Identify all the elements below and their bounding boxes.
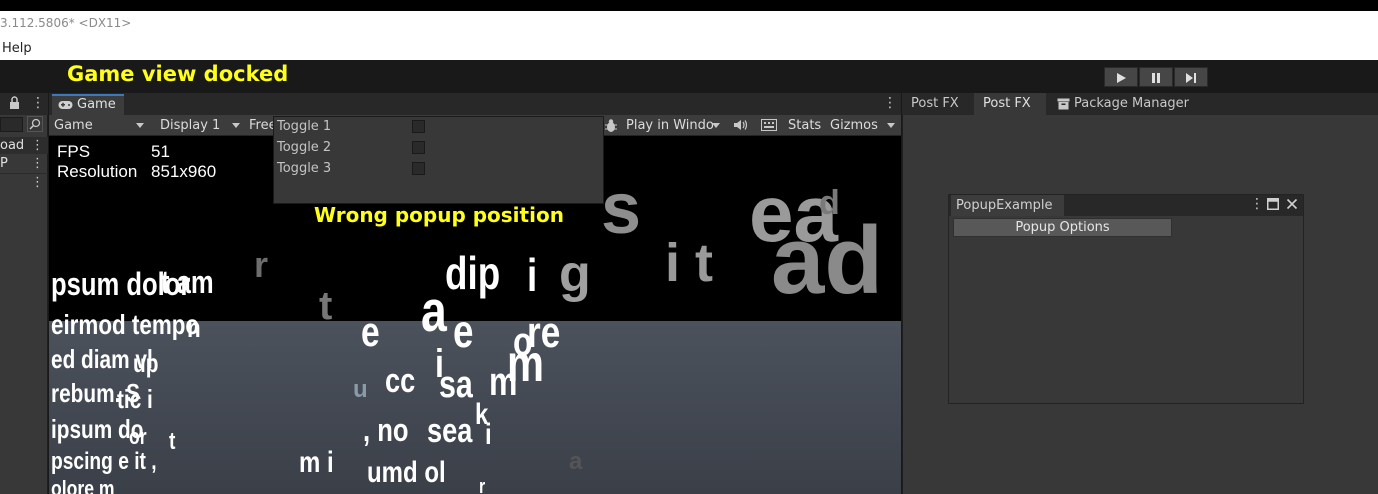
bug-icon[interactable] (604, 118, 618, 137)
toggle-1-label: Toggle 1 (277, 119, 332, 134)
step-button[interactable] (1174, 67, 1208, 87)
fps-label: FPS (57, 142, 91, 161)
chevron-down-icon (136, 123, 144, 128)
scene-word: up (133, 348, 159, 378)
scene-word: t am (161, 264, 214, 300)
stats-button[interactable]: Stats (788, 115, 821, 136)
audio-icon[interactable] (733, 119, 748, 135)
scene-word: i (527, 249, 538, 301)
item-menu-icon[interactable]: ⋮ (31, 174, 44, 191)
menu-item-help[interactable]: Help (2, 35, 32, 63)
scene-word: , no (363, 412, 409, 448)
scene-word: eirmod tempo (51, 309, 200, 340)
display-dropdown[interactable]: Display 1 (160, 115, 244, 136)
left-item-empty[interactable]: ⋮ (0, 173, 48, 191)
scene-word: d (819, 184, 840, 222)
pause-button[interactable] (1139, 67, 1173, 87)
step-icon (1186, 73, 1196, 83)
scene-word: e (361, 308, 380, 355)
scene-word: or (129, 424, 147, 449)
toggle-popup: Toggle 1 Toggle 2 Toggle 3 (273, 116, 604, 204)
more-options-icon[interactable]: ⋮ (31, 96, 45, 110)
close-icon[interactable] (1286, 198, 1298, 214)
gizmos-button[interactable]: Gizmos (830, 115, 896, 136)
gamepad-icon (58, 101, 73, 109)
left-item-p-label: P (0, 156, 8, 171)
scene-word: dip (445, 247, 501, 299)
window-title: 3.112.5806* <DX11> (0, 16, 132, 30)
scene-word: g (559, 245, 591, 303)
tab-package-manager[interactable]: Package Manager (1074, 93, 1189, 115)
scene-word: t (169, 428, 176, 455)
play-icon (1117, 73, 1126, 83)
toggle-3-checkbox[interactable] (412, 162, 425, 175)
display-label: Display 1 (160, 118, 221, 133)
game-mode-dropdown[interactable]: Game (54, 115, 152, 136)
search-icon[interactable] (27, 116, 43, 132)
scene-word: pscing e it , (51, 448, 157, 475)
scene-word: i t (665, 233, 713, 293)
play-button[interactable] (1104, 67, 1138, 87)
scene-word: m (489, 360, 518, 404)
scene-word: i (485, 418, 492, 451)
popup-example-title: PopupExample (956, 198, 1053, 213)
item-menu-icon[interactable]: ⋮ (31, 137, 44, 154)
play-mode-label: Play in Windo (626, 118, 714, 133)
scene-word: sea (427, 412, 473, 450)
scene-word: cc (385, 362, 416, 400)
resolution-label: Resolution (57, 162, 138, 181)
gizmos-label: Gizmos (830, 118, 878, 133)
maximize-icon[interactable] (1267, 198, 1279, 214)
scene-word: t (319, 284, 333, 328)
scene-word: r (479, 476, 486, 494)
top-black-bar (0, 0, 1378, 11)
game-mode-label: Game (54, 118, 93, 133)
game-tab-menu-icon[interactable]: ⋮ (883, 95, 897, 111)
scene-word: u (353, 376, 368, 403)
annotation-game-view-docked: Game view docked (67, 62, 289, 86)
resolution-value: 851x960 (151, 162, 217, 181)
tab-popup-example[interactable]: PopupExample (951, 195, 1064, 216)
chevron-down-icon (887, 123, 895, 128)
left-item-p[interactable]: P ⋮ (0, 155, 48, 172)
scene-word: e (453, 305, 474, 357)
scene-word: olore m (51, 476, 115, 494)
fps-value: 51 (151, 142, 170, 161)
scene-word: a (421, 279, 447, 344)
scene-word: s (601, 169, 642, 249)
toggle-1-checkbox[interactable] (412, 120, 425, 133)
scene-word: tic i (117, 384, 153, 414)
scene-word: r (254, 244, 269, 285)
scene-word: n (187, 312, 201, 343)
toggle-2-label: Toggle 2 (277, 140, 332, 155)
toggle-2-checkbox[interactable] (412, 141, 425, 154)
scene-word: m i (299, 446, 334, 479)
scene-word: umd ol (367, 456, 446, 489)
play-mode-dropdown[interactable]: Play in Windo (626, 115, 720, 136)
game-tab-bar (49, 93, 901, 115)
toggle-3-label: Toggle 3 (277, 161, 332, 176)
pause-icon (1152, 73, 1160, 83)
keyboard-icon[interactable] (761, 119, 777, 135)
tab-game[interactable]: Game (52, 94, 124, 115)
left-item-load[interactable]: oad ⋮ (0, 137, 48, 154)
left-item-load-label: oad (0, 138, 25, 153)
tab-game-label: Game (77, 97, 116, 112)
chevron-down-icon (232, 123, 240, 128)
tab-post-fx-2[interactable]: Post FX (983, 93, 1031, 115)
popup-options-button[interactable]: Popup Options (953, 218, 1172, 237)
scene-word: sa (439, 364, 473, 406)
item-menu-icon[interactable]: ⋮ (31, 155, 44, 172)
tab-post-fx-1[interactable]: Post FX (911, 93, 959, 115)
more-options-icon[interactable]: ⋮ (1250, 196, 1264, 212)
lock-icon[interactable] (9, 96, 20, 113)
menu-bar: Help (0, 35, 1378, 60)
chevron-down-icon (712, 123, 720, 128)
scene-word: a (569, 448, 583, 475)
annotation-wrong-popup-position: Wrong popup position (314, 203, 564, 227)
left-search-field[interactable] (0, 117, 23, 132)
window-title-bar: 3.112.5806* <DX11> (0, 11, 1378, 35)
package-icon (1057, 98, 1070, 114)
